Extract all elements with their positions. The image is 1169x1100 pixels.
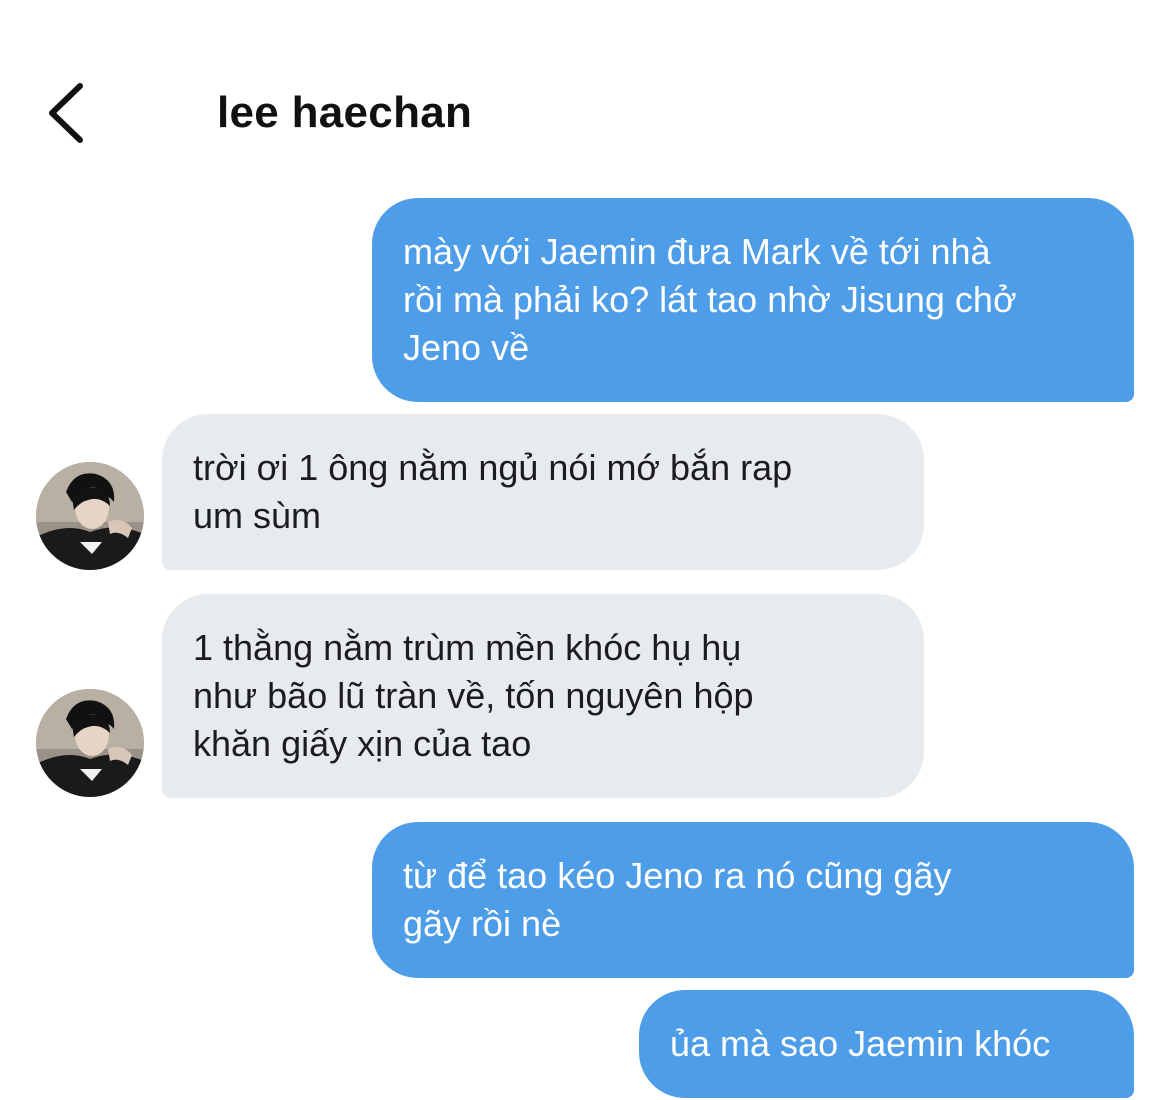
contact-avatar[interactable] xyxy=(36,689,144,797)
chat-header: lee haechan xyxy=(0,0,1169,170)
chevron-left-icon xyxy=(49,83,83,143)
message-bubble-incoming[interactable]: 1 thằng nằm trùm mền khóc hụ hụ như bão … xyxy=(162,594,924,798)
message-bubble-outgoing[interactable]: mày với Jaemin đưa Mark về tới nhà rồi m… xyxy=(372,198,1134,402)
contact-name: lee haechan xyxy=(217,88,473,137)
back-button[interactable] xyxy=(40,78,100,148)
message-bubble-incoming[interactable]: trời ơi 1 ông nằm ngủ nói mớ bắn rap um … xyxy=(162,414,924,570)
message-bubble-outgoing[interactable]: ủa mà sao Jaemin khóc xyxy=(639,990,1134,1098)
message-bubble-outgoing[interactable]: từ để tao kéo Jeno ra nó cũng gãy gãy rồ… xyxy=(372,822,1134,978)
avatar-image xyxy=(36,462,144,570)
contact-avatar[interactable] xyxy=(36,462,144,570)
avatar-image xyxy=(36,689,144,797)
